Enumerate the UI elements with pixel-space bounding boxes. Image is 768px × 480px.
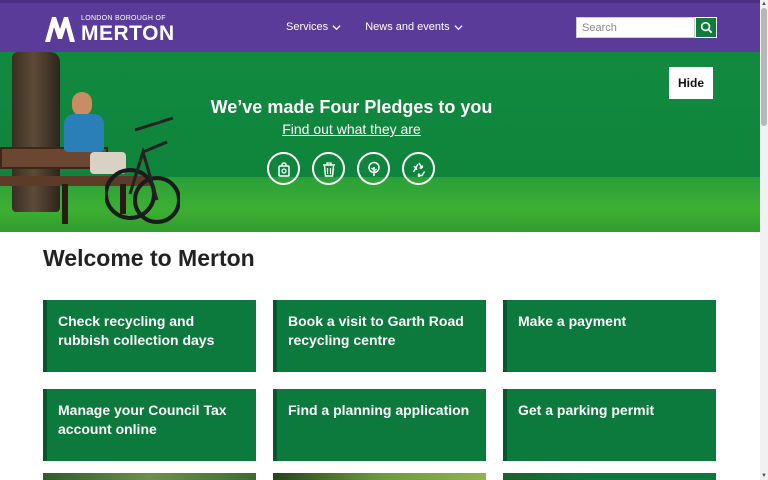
merton-logo[interactable]: LONDON BOROUGH OF MERTON [43, 14, 175, 44]
find-out-link[interactable]: Find out what they are [0, 121, 703, 137]
scrollbar-thumb[interactable] [761, 8, 767, 126]
tile-check-recycling[interactable]: Check recycling and rubbish collection d… [43, 300, 256, 372]
logo-subtitle: LONDON BOROUGH OF [81, 14, 166, 22]
logo-title: MERTON [81, 21, 175, 45]
chevron-down-icon [454, 24, 463, 30]
nav-services-label: Services [286, 21, 329, 33]
pledge-icons [267, 152, 435, 185]
tile-parking-permit[interactable]: Get a parking permit [503, 389, 716, 461]
page-scrollbar[interactable]: ▲ ▼ [760, 0, 768, 480]
promo-image[interactable] [43, 473, 256, 480]
pledges-banner: We’ve made Four Pledges to you Find out … [0, 52, 760, 232]
tile-book-garth-road[interactable]: Book a visit to Garth Road recycling cen… [273, 300, 486, 372]
search-input[interactable] [576, 17, 695, 38]
shopping-bag-icon[interactable] [267, 152, 300, 185]
promo-image[interactable] [273, 473, 486, 480]
search-button[interactable] [695, 17, 717, 38]
merton-logo-mark-icon [45, 17, 75, 42]
tile-planning-application[interactable]: Find a planning application [273, 389, 486, 461]
scroll-up-arrow-icon[interactable]: ▲ [761, 1, 767, 7]
tree-icon[interactable] [357, 152, 390, 185]
tile-council-tax[interactable]: Manage your Council Tax account online [43, 389, 256, 461]
hero-title: We’ve made Four Pledges to you [210, 97, 493, 117]
search-icon [700, 21, 712, 34]
hide-banner-button[interactable]: Hide [669, 67, 713, 99]
recycle-icon[interactable] [402, 152, 435, 185]
nav-news-events[interactable]: News and events [365, 21, 463, 33]
promo-image[interactable] [503, 473, 716, 480]
bin-icon[interactable] [312, 152, 345, 185]
nav-news-events-label: News and events [365, 21, 450, 33]
chevron-down-icon [332, 24, 341, 30]
nav-services[interactable]: Services [286, 21, 341, 33]
site-header: LONDON BOROUGH OF MERTON Services News a… [0, 0, 760, 52]
page-title: Welcome to Merton [43, 245, 255, 271]
search-form [576, 17, 717, 38]
tile-make-payment[interactable]: Make a payment [503, 300, 716, 372]
scroll-down-arrow-icon[interactable]: ▼ [761, 473, 767, 479]
main-nav: Services News and events [286, 21, 463, 33]
